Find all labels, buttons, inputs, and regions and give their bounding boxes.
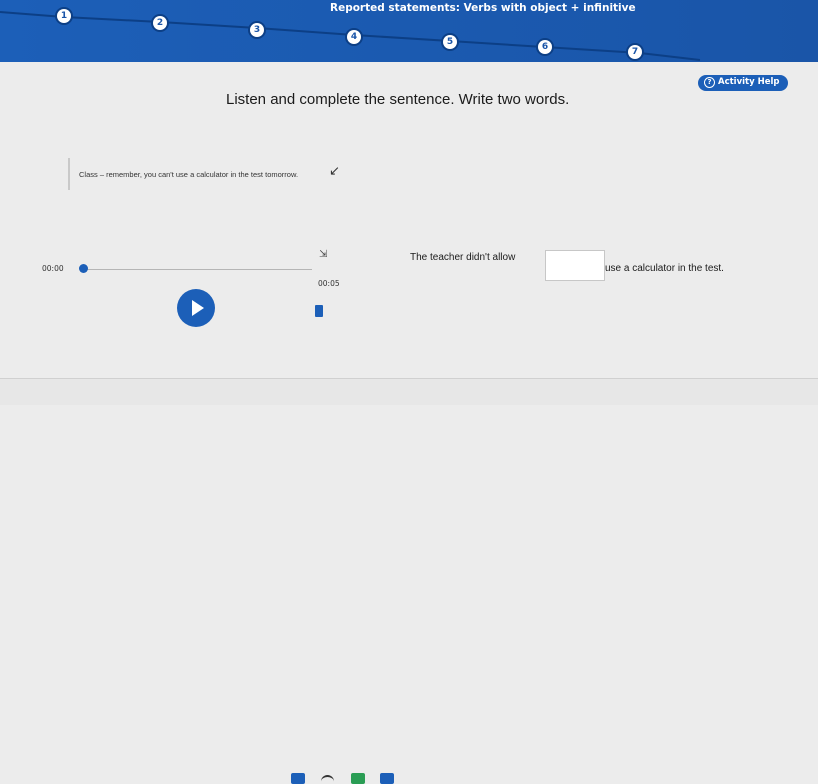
answer-input[interactable] [545,250,605,281]
audio-progress-track[interactable] [85,269,312,270]
activity-help-label: Activity Help [718,77,780,87]
step-4[interactable]: 4 [347,30,361,44]
top-header: Reported statements: Verbs with object +… [0,0,818,62]
step-2[interactable]: 2 [153,16,167,30]
instruction-text: Listen and complete the sentence. Write … [226,91,570,108]
step-3[interactable]: 3 [250,23,264,37]
transcript-document-icon[interactable] [315,305,323,317]
transcript-panel: Class – remember, you can't use a calcul… [68,158,344,190]
question-text-after: use a calculator in the test. [605,263,724,274]
audio-duration: 00:05 [318,279,340,288]
collapse-arrow-icon[interactable]: ↙ [329,165,343,179]
bottom-toolbar [0,379,818,784]
tool-marker-icon[interactable] [380,773,394,784]
audio-progress-thumb[interactable] [79,264,88,273]
audio-current-time: 00:00 [42,264,64,273]
mouse-cursor-icon: ⇲ [319,249,328,260]
tool-pen-icon[interactable] [351,773,365,784]
play-button[interactable] [177,289,215,327]
step-1[interactable]: 1 [57,9,71,23]
tool-curve-icon[interactable] [321,775,334,782]
help-circle-icon: ? [704,77,715,88]
activity-help-button[interactable]: ? Activity Help [698,75,788,91]
step-5[interactable]: 5 [443,35,457,49]
step-7[interactable]: 7 [628,45,642,59]
tool-highlight-icon[interactable] [291,773,305,784]
question-text-before: The teacher didn't allow [410,252,516,263]
step-6[interactable]: 6 [538,40,552,54]
transcript-text: Class – remember, you can't use a calcul… [79,170,299,179]
